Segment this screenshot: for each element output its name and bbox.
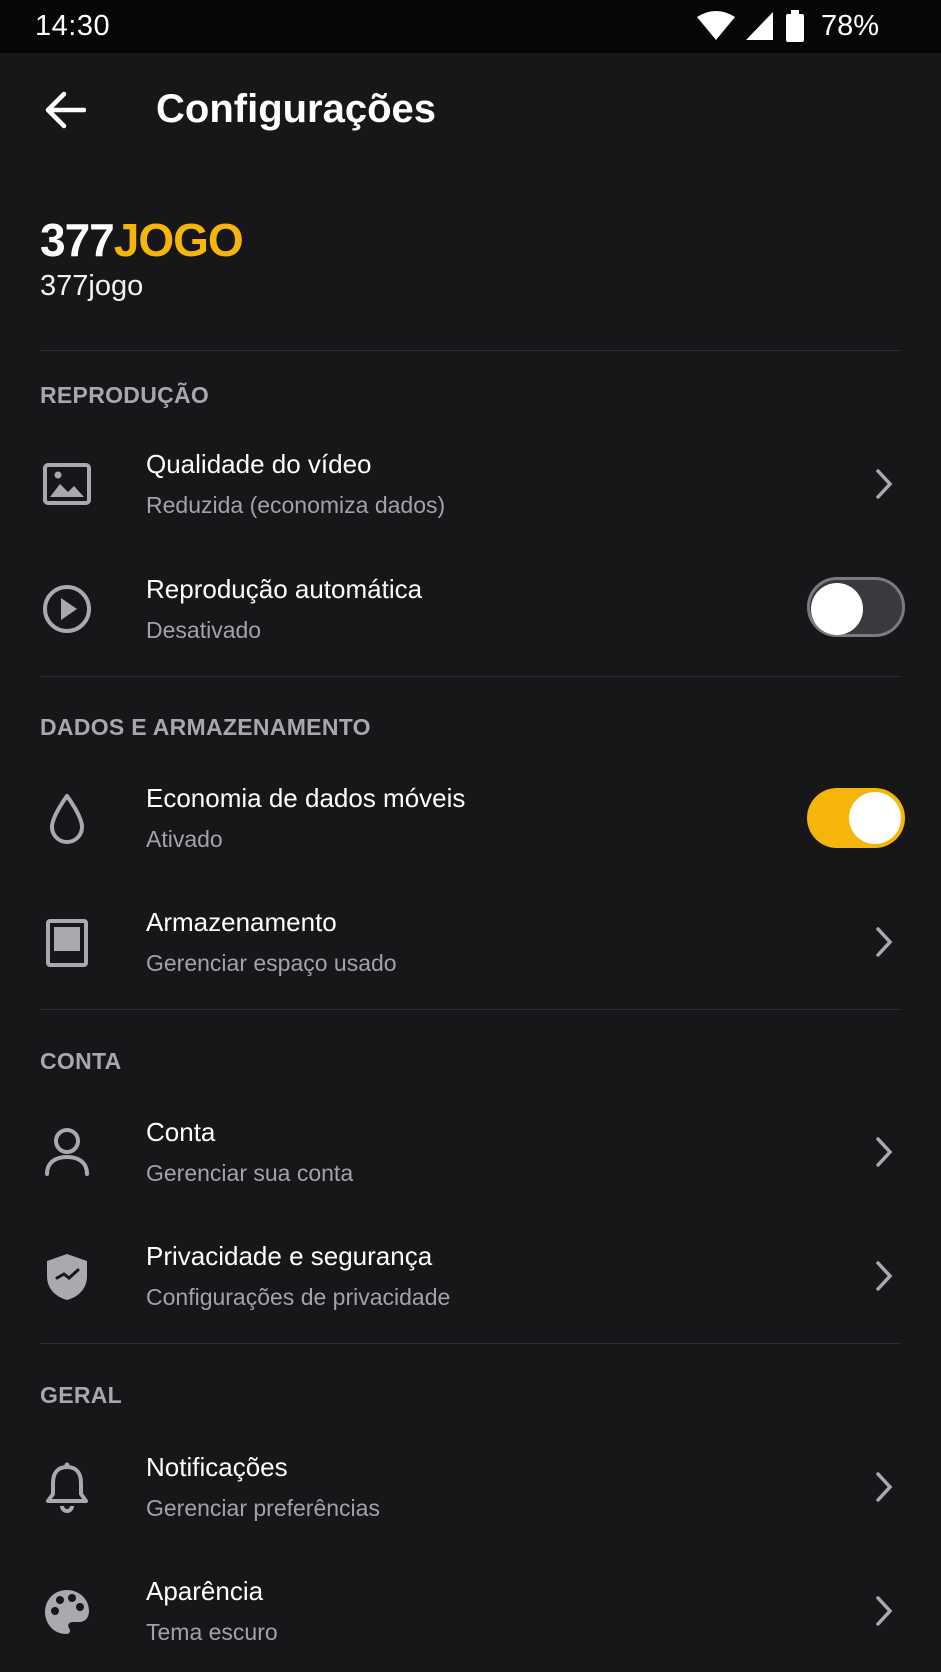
setting-subtitle: Desativado [146,617,262,643]
chevron-right-icon [864,1256,904,1296]
section-header-account: CONTA [40,1048,122,1074]
section-header-general: GERAL [40,1382,122,1408]
logo-number: 377 [40,214,115,266]
chevron-right-icon [864,1591,904,1631]
wifi-icon [696,11,735,41]
page-title: Configurações [156,87,437,131]
brand-name: 377jogo [40,270,144,302]
storage-icon [38,914,96,972]
brand-block: 377JOGO 377jogo [40,212,244,303]
back-button[interactable] [34,81,96,143]
chevron-right-icon [864,922,904,962]
arrow-left-icon [44,91,87,134]
chevron-right-icon [864,464,904,504]
toggle-knob [849,792,901,844]
setting-video-quality[interactable]: Qualidade do vídeo Reduzida (economiza d… [0,425,941,543]
divider [40,1009,901,1010]
play-circle-icon [38,580,96,638]
palette-icon [38,1583,96,1641]
autoplay-toggle[interactable] [807,577,905,637]
shield-icon [38,1248,96,1306]
section-header-data-storage: DADOS E ARMAZENAMENTO [40,714,371,740]
setting-subtitle: Configurações de privacidade [146,1284,451,1310]
setting-subtitle: Tema escuro [146,1619,278,1645]
setting-notifications[interactable]: Notificações Gerenciar preferências [0,1428,941,1546]
setting-autoplay[interactable]: Reprodução automática Desativado [0,549,941,667]
status-icons: 78% [696,9,879,43]
setting-title: Aparência [146,1576,264,1606]
toggle-knob [811,583,863,635]
setting-subtitle: Ativado [146,826,223,852]
data-saver-toggle[interactable] [807,788,905,848]
setting-title: Notificações [146,1452,288,1482]
setting-account[interactable]: Conta Gerenciar sua conta [0,1093,941,1211]
app-bar: Configurações [0,53,941,173]
setting-appearance[interactable]: Aparência Tema escuro [0,1552,941,1670]
status-time: 14:30 [35,10,111,42]
setting-title: Privacidade e segurança [146,1241,433,1271]
setting-subtitle: Gerenciar espaço usado [146,950,397,976]
setting-title: Qualidade do vídeo [146,449,372,479]
setting-data-saver[interactable]: Economia de dados móveis Ativado [0,759,941,877]
water-drop-icon [38,790,96,848]
bell-icon [38,1458,96,1516]
setting-storage[interactable]: Armazenamento Gerenciar espaço usado [0,883,941,1001]
chevron-right-icon [864,1132,904,1172]
chevron-right-icon [864,1467,904,1507]
image-icon [38,455,96,513]
setting-title: Armazenamento [146,907,337,937]
status-bar: 14:30 78% [0,0,941,53]
section-header-playback: REPRODUÇÃO [40,382,210,408]
signal-icon [745,11,775,41]
divider [40,676,901,677]
setting-title: Conta [146,1117,216,1147]
battery-percent: 78% [820,9,879,42]
divider [40,350,901,351]
brand-logo: 377JOGO [40,212,244,268]
battery-icon [785,10,805,42]
divider [40,1343,901,1344]
setting-subtitle: Reduzida (economiza dados) [146,492,446,518]
logo-word: JOGO [113,214,244,266]
person-icon [38,1123,96,1181]
setting-subtitle: Gerenciar preferências [146,1495,380,1521]
setting-title: Reprodução automática [146,574,423,604]
setting-subtitle: Gerenciar sua conta [146,1160,354,1186]
setting-title: Economia de dados móveis [146,783,466,813]
setting-privacy[interactable]: Privacidade e segurança Configurações de… [0,1217,941,1335]
